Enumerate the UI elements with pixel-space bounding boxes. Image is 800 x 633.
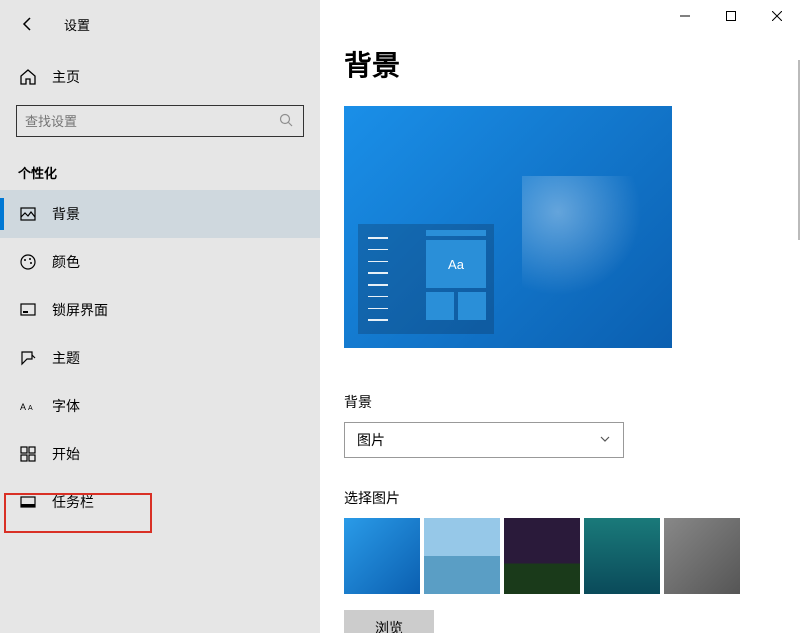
maximize-icon bbox=[726, 11, 736, 21]
sidebar: 设置 主页 个性化 背景 颜色 锁屏界面 bbox=[0, 0, 320, 633]
sidebar-item-label: 颜色 bbox=[52, 252, 80, 272]
sidebar-item-label: 背景 bbox=[52, 204, 80, 224]
search-icon bbox=[279, 113, 295, 129]
thumbnail[interactable] bbox=[344, 518, 420, 594]
maximize-button[interactable] bbox=[708, 0, 754, 32]
dropdown-label: 背景 bbox=[344, 392, 800, 412]
palette-icon bbox=[18, 252, 38, 272]
sidebar-item-taskbar[interactable]: 任务栏 bbox=[0, 478, 320, 526]
background-type-dropdown[interactable]: 图片 bbox=[344, 422, 624, 458]
home-icon bbox=[18, 67, 38, 87]
sidebar-item-label: 字体 bbox=[52, 396, 80, 416]
browse-button[interactable]: 浏览 bbox=[344, 610, 434, 633]
theme-icon bbox=[18, 348, 38, 368]
titlebar: 设置 bbox=[0, 0, 320, 48]
home-nav[interactable]: 主页 bbox=[0, 55, 320, 99]
svg-text:A: A bbox=[20, 402, 26, 412]
arrow-left-icon bbox=[20, 16, 36, 32]
sidebar-item-label: 开始 bbox=[52, 444, 80, 464]
page-title: 背景 bbox=[344, 44, 800, 84]
svg-text:A: A bbox=[28, 405, 33, 412]
dropdown-value: 图片 bbox=[357, 430, 385, 450]
home-label: 主页 bbox=[52, 67, 80, 87]
minimize-icon bbox=[680, 11, 690, 21]
sidebar-item-label: 锁屏界面 bbox=[52, 300, 108, 320]
start-icon bbox=[18, 444, 38, 464]
close-button[interactable] bbox=[754, 0, 800, 32]
preview-tiles: Aa bbox=[420, 224, 494, 334]
thumbnail[interactable] bbox=[584, 518, 660, 594]
sidebar-item-label: 任务栏 bbox=[52, 492, 94, 512]
font-icon: AA bbox=[18, 396, 38, 416]
sidebar-item-lockscreen[interactable]: 锁屏界面 bbox=[0, 286, 320, 334]
window-title: 设置 bbox=[64, 15, 90, 34]
thumbnail[interactable] bbox=[424, 518, 500, 594]
thumbnail[interactable] bbox=[504, 518, 580, 594]
preview-image: Aa bbox=[344, 106, 672, 348]
sidebar-item-fonts[interactable]: AA 字体 bbox=[0, 382, 320, 430]
back-button[interactable] bbox=[16, 12, 40, 36]
preview-sample-text: Aa bbox=[426, 240, 486, 288]
preview-start-menu bbox=[358, 224, 420, 334]
minimize-button[interactable] bbox=[662, 0, 708, 32]
search-input-wrap[interactable] bbox=[16, 105, 304, 137]
sidebar-item-label: 主题 bbox=[52, 348, 80, 368]
main-content: 背景 Aa 背景 图片 选择图片 bbox=[320, 0, 800, 633]
sidebar-item-start[interactable]: 开始 bbox=[0, 430, 320, 478]
sidebar-item-background[interactable]: 背景 bbox=[0, 190, 320, 238]
category-label: 个性化 bbox=[0, 137, 320, 190]
image-icon bbox=[18, 204, 38, 224]
search-input[interactable] bbox=[25, 114, 279, 129]
close-icon bbox=[772, 11, 782, 21]
thumbnail[interactable] bbox=[664, 518, 740, 594]
window-controls bbox=[662, 0, 800, 32]
picture-thumbnails bbox=[344, 518, 800, 594]
lockscreen-icon bbox=[18, 300, 38, 320]
choose-picture-label: 选择图片 bbox=[344, 488, 800, 508]
sidebar-item-colors[interactable]: 颜色 bbox=[0, 238, 320, 286]
taskbar-icon bbox=[18, 492, 38, 512]
chevron-down-icon bbox=[599, 432, 611, 448]
sidebar-item-themes[interactable]: 主题 bbox=[0, 334, 320, 382]
